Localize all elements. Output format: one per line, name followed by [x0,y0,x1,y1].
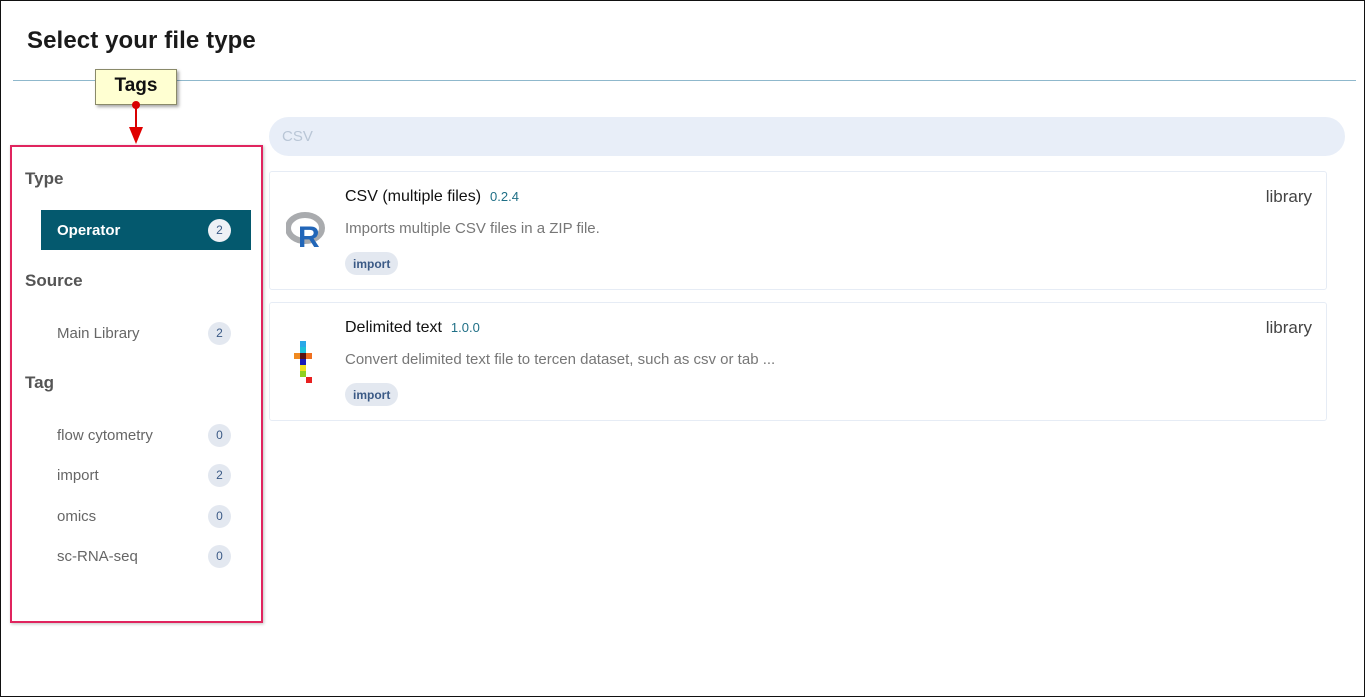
result-description: Imports multiple CSV files in a ZIP file… [345,220,600,237]
annotation-arrow-dot [132,101,140,109]
tercen-logo-icon [286,340,326,384]
result-version: 0.2.4 [490,189,519,204]
result-title: CSV (multiple files) [345,188,482,205]
result-description: Convert delimited text file to tercen da… [345,351,776,368]
result-title-row: Delimited text 1.0.0 [345,319,480,337]
result-version: 1.0.0 [450,320,480,335]
svg-text:R: R [298,221,320,253]
result-source: library [1265,318,1312,337]
result-title: Delimited text [345,319,442,336]
result-card[interactable]: Delimited text 1.0.0 Convert delimited t… [269,302,1327,421]
annotation-callout: Tags [95,69,177,105]
header-divider [13,80,1356,81]
result-source: library [1265,187,1312,206]
result-card[interactable]: R CSV (multiple files) 0.2.4 Imports mul… [269,171,1327,290]
result-tag-badge[interactable]: import [345,252,399,275]
result-title-row: CSV (multiple files) 0.2.4 [345,188,519,206]
result-tag-badge[interactable]: import [345,383,399,406]
annotation-arrow-head-icon [129,127,143,144]
search-input[interactable] [269,117,1345,156]
r-logo-icon: R [285,209,326,254]
page-title: Select your file type [27,27,256,54]
annotation-highlight-box [10,145,263,623]
